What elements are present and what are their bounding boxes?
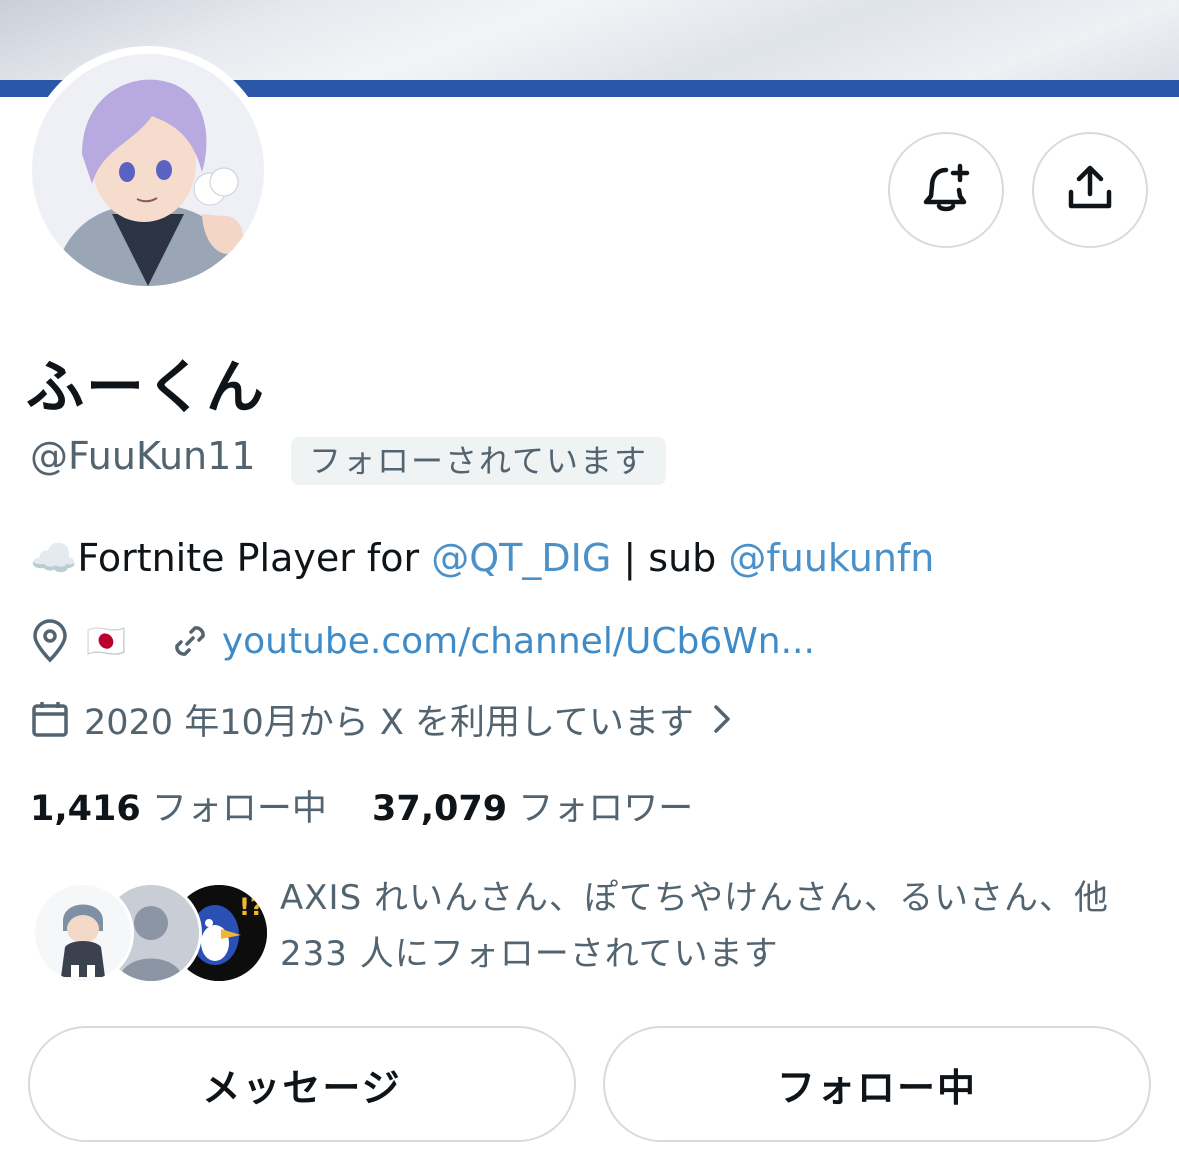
display-name: ふーくん xyxy=(26,353,267,421)
followed-by-text[interactable]: AXIS れいんさん、ぽてちやけんさん、るいさん、他 233 人にフォローされて… xyxy=(280,870,1160,982)
chevron-right-icon xyxy=(712,702,732,736)
joined-date-text: 2020 年10月から X を利用しています xyxy=(84,702,694,743)
bio-text: Fortnite Player for xyxy=(77,536,432,580)
follower-avatar xyxy=(32,882,134,984)
bell-plus-icon xyxy=(918,160,974,220)
joined-date-row[interactable]: 2020 年10月から X を利用しています xyxy=(30,694,732,744)
share-icon xyxy=(1062,160,1118,220)
bio-mention-link[interactable]: @fuukunfn xyxy=(728,536,934,580)
following-stat[interactable]: 1,416 フォロー中 xyxy=(30,789,327,829)
cloud-emoji: ☁️ xyxy=(30,536,78,580)
followed-by-avatars[interactable]: !? xyxy=(32,882,270,984)
follows-you-badge: フォローされています xyxy=(291,437,667,485)
svg-text:!?: !? xyxy=(239,893,264,921)
website-link[interactable]: youtube.com/channel/UCb6Wn... xyxy=(222,621,815,662)
followed-by-line: 233 人にフォローされています xyxy=(280,934,779,974)
followers-stat[interactable]: 37,079 フォロワー xyxy=(372,789,693,829)
bio-mention-link[interactable]: @QT_DIG xyxy=(431,536,611,580)
following-count: 1,416 xyxy=(30,789,141,829)
profile-meta-row: 🇯🇵 youtube.com/channel/UCb6Wn... xyxy=(30,616,815,666)
location-flag: 🇯🇵 xyxy=(86,622,126,660)
avatar-image xyxy=(32,54,264,286)
share-button[interactable] xyxy=(1032,132,1148,248)
user-handle: @FuuKun11 xyxy=(30,434,256,478)
profile-bio: ☁️Fortnite Player for @QT_DIG | sub @fuu… xyxy=(30,536,934,581)
follow-stats: 1,416 フォロー中 37,079 フォロワー xyxy=(30,780,693,831)
message-button[interactable]: メッセージ xyxy=(28,1026,576,1142)
calendar-icon xyxy=(30,699,70,739)
followers-count: 37,079 xyxy=(372,789,508,829)
link-icon xyxy=(170,621,210,661)
notifications-button[interactable] xyxy=(888,132,1004,248)
location-pin-icon xyxy=(30,619,70,663)
bio-text: | sub xyxy=(611,536,729,580)
following-label: フォロー中 xyxy=(151,789,327,829)
followed-by-line: AXIS れいんさん、ぽてちやけんさん、るいさん、他 xyxy=(280,878,1109,918)
profile-avatar[interactable] xyxy=(24,46,272,294)
following-button[interactable]: フォロー中 xyxy=(603,1026,1151,1142)
followers-label: フォロワー xyxy=(518,789,694,829)
